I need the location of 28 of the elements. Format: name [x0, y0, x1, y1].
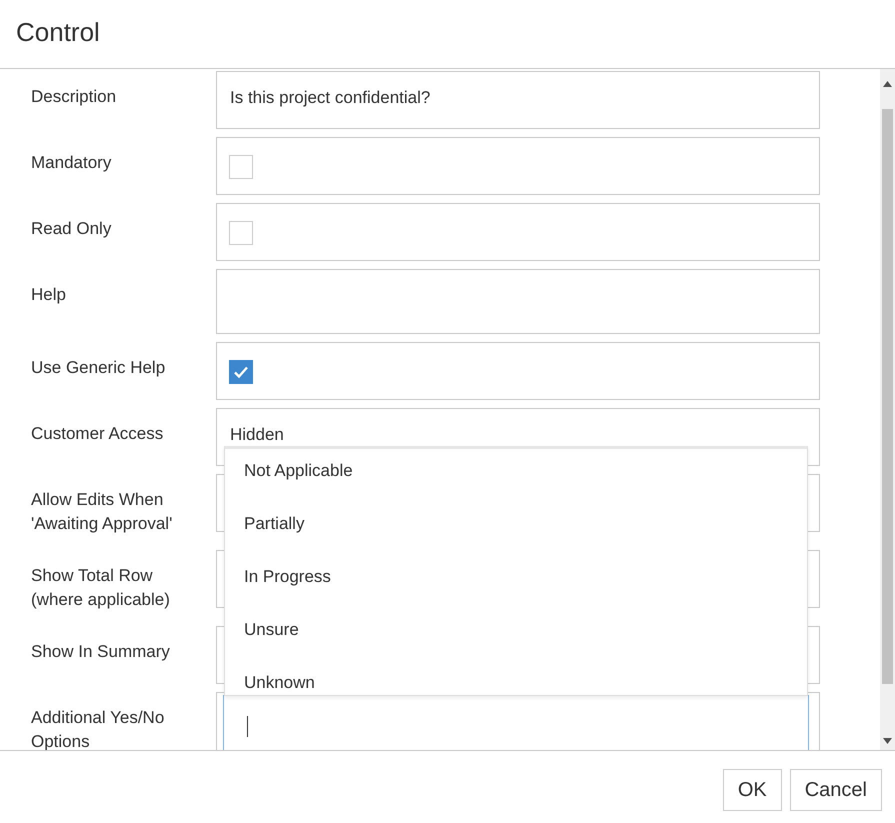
- dialog-button[interactable]: OK: [722, 769, 782, 811]
- scrollbar[interactable]: [880, 69, 895, 750]
- field-label: Allow Edits When 'Awaiting Approval': [31, 489, 174, 535]
- field-label: Description: [31, 86, 116, 108]
- dropdown-option[interactable]: Not Applicable: [244, 461, 353, 480]
- field-label: Mandatory: [31, 152, 112, 174]
- dialog-title: Control: [16, 16, 100, 48]
- field-label: Show Total Row (where applicable): [31, 565, 171, 611]
- text-field[interactable]: Is this project confidential?: [216, 71, 820, 129]
- text-cursor: [247, 716, 248, 737]
- checkbox[interactable]: [229, 155, 253, 179]
- field-label: Read Only: [31, 218, 112, 240]
- field-value: Is this project confidential?: [230, 88, 430, 108]
- dropdown-option[interactable]: In Progress: [244, 567, 331, 586]
- scroll-down-icon[interactable]: [883, 738, 892, 744]
- field-label: Customer Access: [31, 423, 164, 445]
- field-label: Use Generic Help: [31, 357, 166, 379]
- select-value: Hidden: [230, 425, 284, 445]
- dropdown-option[interactable]: Unsure: [244, 620, 299, 639]
- dialog-button[interactable]: Cancel: [790, 769, 882, 811]
- field-label: Show In Summary: [31, 641, 170, 663]
- scroll-up-icon[interactable]: [883, 81, 892, 87]
- checkbox[interactable]: [229, 360, 253, 384]
- field-label: Help: [31, 284, 66, 306]
- dropdown-option[interactable]: Partially: [244, 514, 304, 533]
- checkbox[interactable]: [229, 221, 253, 245]
- text-area[interactable]: [216, 269, 820, 334]
- dropdown-option[interactable]: Unknown: [244, 673, 315, 692]
